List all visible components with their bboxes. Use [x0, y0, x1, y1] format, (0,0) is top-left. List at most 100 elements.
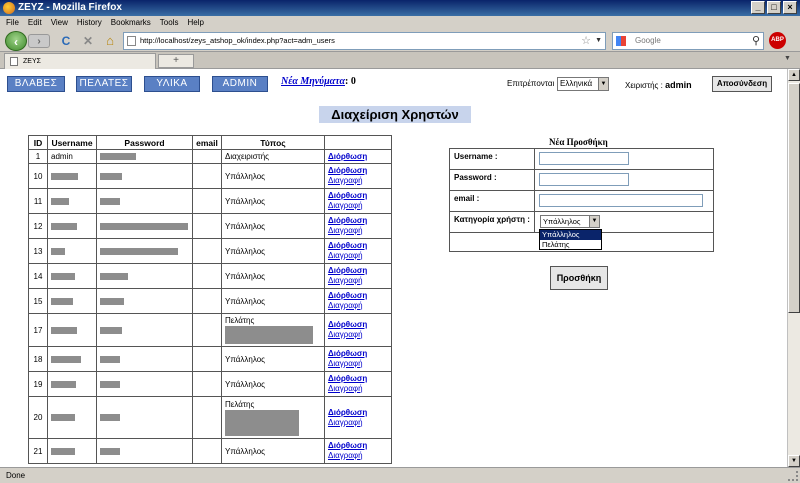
- redacted-value: [100, 247, 178, 255]
- edit-link[interactable]: Διόρθωση: [328, 241, 388, 251]
- cell-actions: Διόρθωση Διαγραφή: [324, 213, 392, 239]
- cell-id: 10: [28, 163, 48, 189]
- cell-password: [96, 346, 193, 372]
- menu-edit[interactable]: Edit: [28, 16, 42, 30]
- operator-info: Χειριστής : admin: [625, 80, 692, 90]
- edit-link[interactable]: Διόρθωση: [328, 191, 388, 201]
- col-username: Username: [47, 135, 97, 150]
- menu-bookmarks[interactable]: Bookmarks: [111, 16, 151, 30]
- delete-link[interactable]: Διαγραφή: [328, 301, 388, 311]
- delete-link[interactable]: Διαγραφή: [328, 251, 388, 261]
- redacted-value: [51, 380, 76, 388]
- edit-link[interactable]: Διόρθωση: [328, 166, 388, 176]
- user-type: Πελάτης: [225, 316, 255, 325]
- cell-username: [47, 288, 97, 314]
- stop-icon[interactable]: ✕: [79, 31, 97, 51]
- logout-button[interactable]: Αποσύνδεση: [712, 76, 772, 92]
- edit-link[interactable]: Διόρθωση: [328, 320, 388, 330]
- bookmark-star-icon[interactable]: ☆: [581, 33, 591, 49]
- delete-link[interactable]: Διαγραφή: [328, 276, 388, 286]
- tab-zeys[interactable]: ΖΕΥΣ: [4, 53, 156, 69]
- tab-list-icon[interactable]: ▼: [784, 55, 794, 65]
- menu-view[interactable]: View: [51, 16, 68, 30]
- category-select[interactable]: Υπάλληλος ▼: [540, 215, 600, 228]
- delete-link[interactable]: Διαγραφή: [328, 359, 388, 369]
- edit-link[interactable]: Διόρθωση: [328, 349, 388, 359]
- redacted-value: [100, 447, 120, 455]
- edit-link[interactable]: Διόρθωση: [328, 408, 388, 418]
- cell-username: [47, 213, 97, 239]
- password-label: Password :: [450, 170, 535, 190]
- delete-link[interactable]: Διαγραφή: [328, 176, 388, 186]
- edit-link[interactable]: Διόρθωση: [328, 216, 388, 226]
- new-tab-button[interactable]: +: [158, 54, 194, 68]
- edit-link[interactable]: Διόρθωση: [328, 441, 388, 451]
- edit-link[interactable]: Διόρθωση: [328, 152, 388, 162]
- edit-link[interactable]: Διόρθωση: [328, 291, 388, 301]
- username-row: Username :: [450, 149, 713, 170]
- delete-link[interactable]: Διαγραφή: [328, 201, 388, 211]
- cell-type: Υπάλληλος: [221, 238, 325, 264]
- category-option-ypallilos[interactable]: Υπάλληλος: [540, 230, 601, 240]
- nav-admin-button[interactable]: ADMIN: [212, 76, 268, 92]
- close-button[interactable]: ×: [783, 1, 797, 14]
- nav-ylika-button[interactable]: ΥΛΙΚΑ: [144, 76, 200, 92]
- redacted-value: [51, 447, 75, 455]
- menu-history[interactable]: History: [77, 16, 102, 30]
- tab-bar: ΖΕΥΣ + ▼: [0, 52, 800, 69]
- delete-link[interactable]: Διαγραφή: [328, 330, 388, 340]
- resize-grip-icon[interactable]: [788, 471, 798, 481]
- cell-actions: Διόρθωση Διαγραφή: [324, 346, 392, 372]
- menu-tools[interactable]: Tools: [160, 16, 179, 30]
- scroll-thumb[interactable]: [788, 83, 800, 313]
- scroll-down-icon[interactable]: ▼: [788, 455, 800, 467]
- minimize-button[interactable]: _: [751, 1, 765, 14]
- user-type: Υπάλληλος: [225, 271, 265, 281]
- delete-link[interactable]: Διαγραφή: [328, 451, 388, 461]
- forward-button[interactable]: ›: [28, 34, 50, 48]
- col-password: Password: [96, 135, 193, 150]
- nav-pelates-button[interactable]: ΠΕΛΑΤΕΣ: [76, 76, 132, 92]
- user-type: Υπάλληλος: [225, 221, 265, 231]
- cell-username: [47, 263, 97, 289]
- cell-email: [192, 238, 222, 264]
- scroll-up-icon[interactable]: ▲: [788, 69, 800, 81]
- url-dropdown-icon[interactable]: ▼: [595, 33, 602, 49]
- back-button[interactable]: ‹: [5, 31, 27, 51]
- menu-file[interactable]: File: [6, 16, 19, 30]
- category-option-pelatis[interactable]: Πελάτης: [540, 240, 601, 250]
- menu-help[interactable]: Help: [187, 16, 203, 30]
- redacted-value: [100, 153, 136, 161]
- add-button[interactable]: Προσθήκη: [550, 266, 608, 290]
- edit-link[interactable]: Διόρθωση: [328, 374, 388, 384]
- url-text: http://localhost/zeys_atshop_ok/index.ph…: [140, 36, 335, 45]
- adblock-icon[interactable]: ABP: [769, 32, 786, 49]
- delete-link[interactable]: Διαγραφή: [328, 418, 388, 428]
- home-icon[interactable]: ⌂: [101, 31, 119, 51]
- cell-email: [192, 188, 222, 214]
- nav-vlaves-button[interactable]: ΒΛΑΒΕΣ: [7, 76, 65, 92]
- cell-id: 12: [28, 213, 48, 239]
- page-icon: [127, 36, 136, 46]
- delete-link[interactable]: Διαγραφή: [328, 226, 388, 236]
- search-input[interactable]: Google ⚲: [612, 32, 764, 50]
- edit-link[interactable]: Διόρθωση: [328, 266, 388, 276]
- redacted-value: [100, 355, 120, 363]
- chevron-down-icon: ▼: [598, 78, 608, 90]
- email-label: email :: [450, 191, 535, 211]
- reload-icon[interactable]: C: [57, 31, 75, 51]
- new-messages-link[interactable]: Νέα Μηνύματα: [281, 76, 345, 87]
- delete-link[interactable]: Διαγραφή: [328, 384, 388, 394]
- cell-password: [96, 188, 193, 214]
- cell-actions: Διόρθωση: [324, 149, 392, 164]
- email-row: email :: [450, 191, 713, 212]
- maximize-button[interactable]: □: [767, 1, 781, 14]
- vertical-scrollbar[interactable]: ▲ ▼: [787, 69, 800, 467]
- redacted-value: [100, 197, 120, 205]
- password-field[interactable]: [539, 173, 629, 186]
- email-field[interactable]: [539, 194, 703, 207]
- url-bar[interactable]: http://localhost/zeys_atshop_ok/index.ph…: [123, 32, 606, 50]
- language-select[interactable]: Ελληνικά ▼: [557, 77, 609, 91]
- username-field[interactable]: [539, 152, 629, 165]
- search-icon[interactable]: ⚲: [752, 33, 760, 49]
